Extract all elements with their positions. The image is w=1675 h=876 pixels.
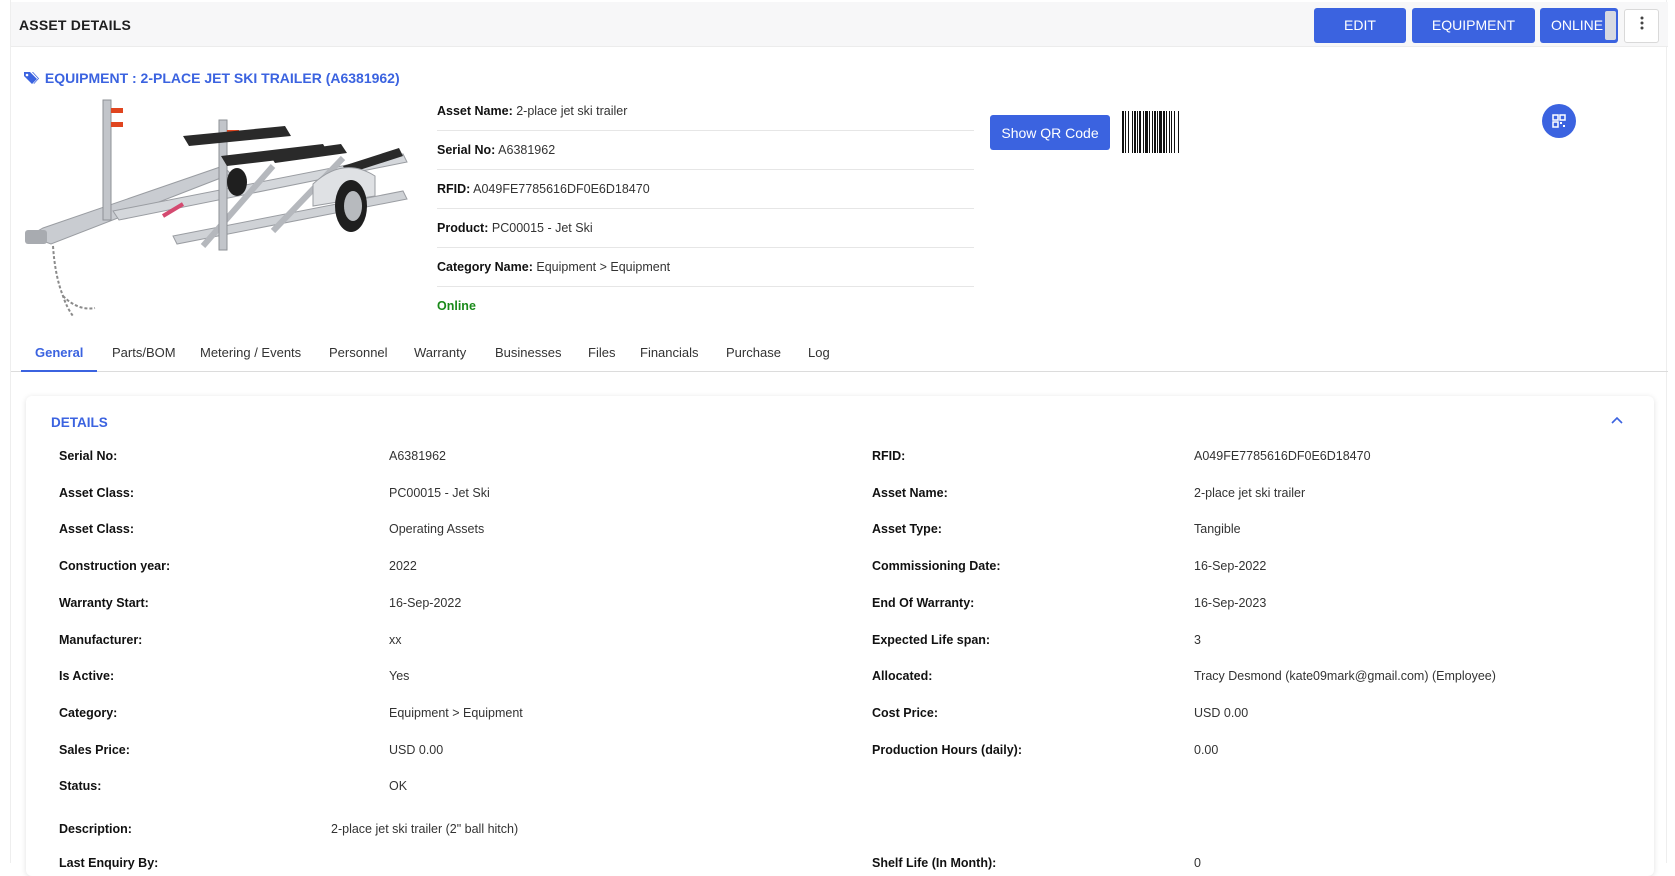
field-label: Asset Type:	[872, 522, 942, 536]
info-label: Serial No:	[437, 143, 496, 157]
field-value: A6381962	[389, 449, 447, 463]
chevron-up-icon[interactable]	[1610, 414, 1624, 428]
field-value: USD 0.00	[389, 743, 444, 757]
page-title: ASSET DETAILS	[19, 17, 132, 33]
tab-metering-events[interactable]: Metering / Events	[200, 345, 301, 372]
field-value: 2022	[389, 559, 417, 573]
field-value: xx	[389, 633, 402, 647]
field-value: 0.00	[1194, 743, 1219, 757]
field-value: 16-Sep-2022	[389, 596, 462, 610]
equipment-list-button[interactable]: EQUIPMENT LIST	[1412, 8, 1535, 68]
info-label: Asset Name:	[437, 104, 513, 118]
field-label: Cost Price:	[872, 706, 938, 720]
info-row: Online	[437, 287, 974, 326]
page-header: ASSET DETAILS EDIT ASSET EQUIPMENT LIST …	[11, 2, 1668, 68]
field-label: Asset Class:	[59, 486, 135, 500]
info-value: A6381962	[498, 143, 556, 157]
tab-general[interactable]: General	[21, 345, 98, 372]
field-label: Serial No:	[59, 449, 118, 463]
tags-icon	[24, 72, 39, 84]
field-label: Manufacturer:	[59, 633, 143, 647]
field-label: Shelf Life (In Month):	[872, 856, 997, 870]
field-label: Status:	[59, 779, 102, 793]
tab-personnel[interactable]: Personnel	[329, 345, 388, 372]
info-label: Product:	[437, 221, 489, 235]
field-label: Description:	[59, 822, 132, 836]
field-value: PC00015 - Jet Ski	[389, 486, 490, 500]
field-label: Last Enquiry By:	[59, 856, 159, 870]
info-value: Equipment > Equipment	[536, 260, 671, 274]
tab-log[interactable]: Log	[808, 345, 830, 372]
equipment-title-text: EQUIPMENT : 2-PLACE JET SKI TRAILER (A63…	[44, 70, 400, 86]
field-value: Tracy Desmond (kate09mark@gmail.com) (Em…	[1194, 669, 1496, 683]
online-toggle-button[interactable]: ONLINE	[1540, 8, 1618, 43]
tab-files[interactable]: Files	[588, 345, 615, 372]
field-value: 2-place jet ski trailer (2" ball hitch)	[331, 822, 519, 836]
details-card: DETAILS Serial No: A6381962 Asset Class: PC…	[26, 396, 1654, 876]
tab-bar: General Parts/BOM Metering / Events Pers…	[11, 340, 1668, 372]
field-label: Expected Life span:	[872, 633, 991, 647]
field-value: Equipment > Equipment	[389, 706, 523, 720]
field-label: Commissioning Date:	[872, 559, 1001, 573]
field-label: Asset Class:	[59, 522, 135, 536]
asset-image	[25, 99, 408, 317]
field-value: 3	[1194, 633, 1201, 647]
field-label: Warranty Start:	[59, 596, 149, 610]
tab-businesses[interactable]: Businesses	[495, 345, 561, 372]
show-qr-code-button[interactable]: Show QR Code	[990, 115, 1110, 150]
status-badge: Online	[437, 299, 476, 313]
edit-asset-button[interactable]: EDIT ASSET	[1314, 8, 1406, 68]
info-value: PC00015 - Jet Ski	[491, 221, 593, 235]
field-label: Construction year:	[59, 559, 171, 573]
info-label: RFID:	[437, 182, 471, 196]
field-value: 2-place jet ski trailer	[1194, 486, 1306, 500]
equipment-title: EQUIPMENT : 2-PLACE JET SKI TRAILER (A63…	[23, 70, 400, 86]
field-value: 0	[1194, 856, 1201, 870]
barcode-image	[1122, 111, 1179, 153]
field-label: Category:	[59, 706, 118, 720]
field-label: Sales Price:	[59, 743, 130, 757]
vertical-dots-icon[interactable]	[1624, 9, 1659, 43]
field-label: Is Active:	[59, 669, 115, 683]
tab-purchase[interactable]: Purchase	[726, 345, 781, 372]
info-row: Asset Name: 2-place jet ski trailer	[437, 92, 974, 131]
field-value: Tangible	[1194, 522, 1241, 536]
info-row: RFID: A049FE7785616DF0E6D18470	[437, 170, 974, 209]
info-row: Serial No: A6381962	[437, 131, 974, 170]
field-label: Production Hours (daily):	[872, 743, 1022, 757]
field-label: End Of Warranty:	[872, 596, 975, 610]
tab-parts-bom[interactable]: Parts/BOM	[112, 345, 176, 372]
tab-financials[interactable]: Financials	[640, 345, 699, 372]
field-value: 16-Sep-2022	[1194, 559, 1267, 573]
field-value: OK	[389, 779, 408, 793]
field-label: RFID:	[872, 449, 906, 463]
info-row: Product: PC00015 - Jet Ski	[437, 209, 974, 248]
field-label: Asset Name:	[872, 486, 948, 500]
field-value: Yes	[389, 669, 410, 683]
asset-info-list: Asset Name: 2-place jet ski trailer Seri…	[437, 92, 974, 326]
toggle-knob	[1605, 11, 1616, 40]
online-toggle-label: ONLINE	[1551, 17, 1604, 33]
field-value: 16-Sep-2023	[1194, 596, 1267, 610]
info-label: Category Name:	[437, 260, 533, 274]
field-value: Operating Assets	[389, 522, 485, 536]
asset-details-page: ASSET DETAILS EDIT ASSET EQUIPMENT LIST …	[10, 0, 1668, 876]
info-row: Category Name: Equipment > Equipment	[437, 248, 974, 287]
field-value: A049FE7785616DF0E6D18470	[1194, 449, 1371, 463]
field-value: USD 0.00	[1194, 706, 1249, 720]
info-value: A049FE7785616DF0E6D18470	[473, 182, 650, 196]
qr-code-icon[interactable]	[1542, 104, 1576, 138]
info-value: 2-place jet ski trailer	[516, 104, 628, 118]
field-label: Allocated:	[872, 669, 933, 683]
tab-warranty[interactable]: Warranty	[414, 345, 466, 372]
details-title: DETAILS	[51, 415, 108, 430]
